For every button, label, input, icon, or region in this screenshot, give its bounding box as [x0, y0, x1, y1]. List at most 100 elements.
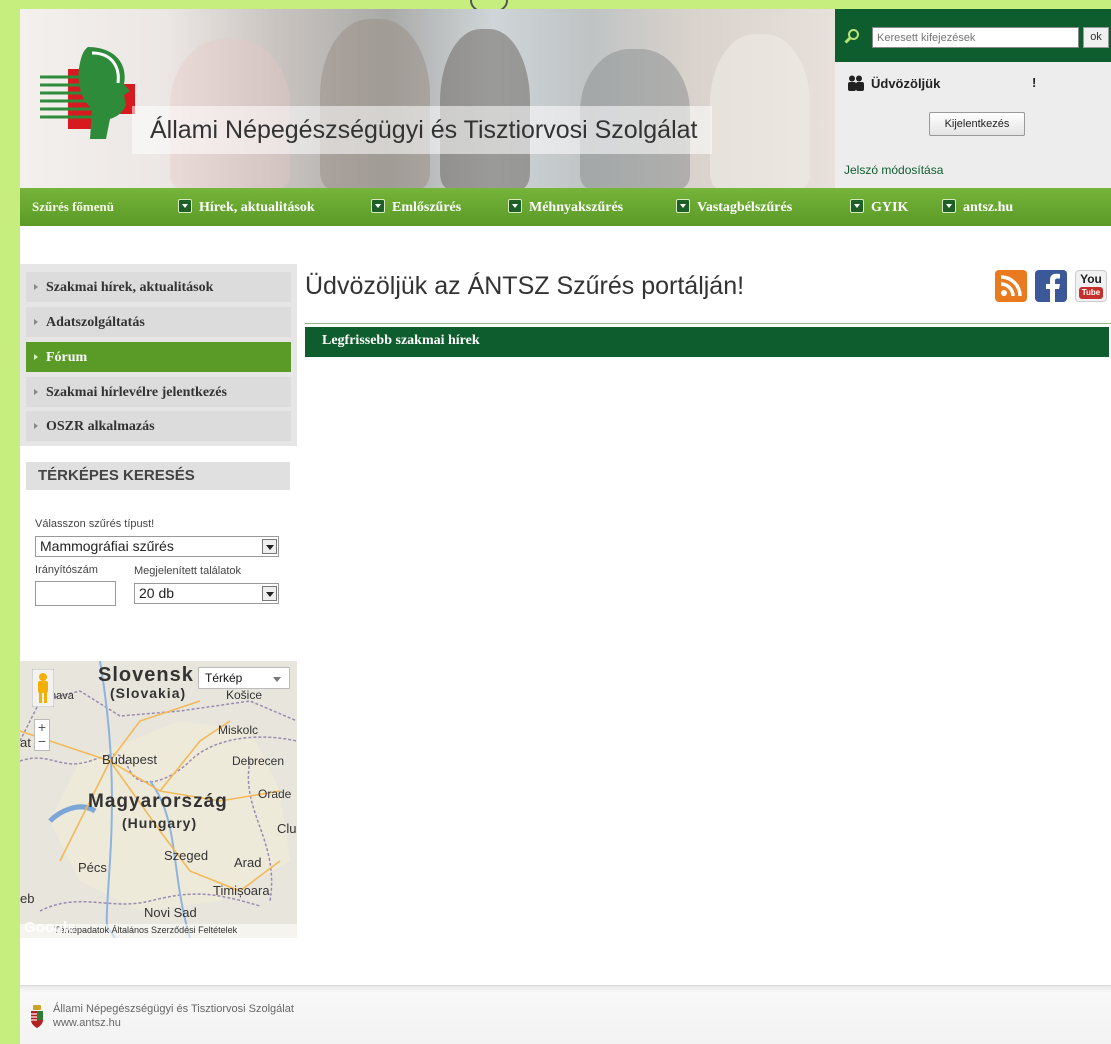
- sidebar-item-oszr[interactable]: OSZR alkalmazás: [26, 411, 291, 441]
- banner-photo-figure: [320, 19, 430, 188]
- nav-item-breast-screening[interactable]: Emlőszűrés: [371, 199, 461, 216]
- map-label-eb: eb: [20, 891, 35, 906]
- sidebar-item-label: OSZR alkalmazás: [46, 419, 155, 434]
- footer: Állami Népegészségügyi és Tisztiorvosi S…: [20, 985, 1111, 1044]
- nav-item-label: antsz.hu: [963, 200, 1014, 215]
- banner-photo-figure: [710, 34, 810, 188]
- nav-item-label: Hírek, aktualitások: [199, 200, 315, 215]
- screening-type-value: Mammográfiai szűrés: [40, 538, 174, 554]
- rss-icon[interactable]: [995, 270, 1027, 302]
- results-count-select[interactable]: 20 db: [134, 583, 279, 604]
- map-label-budapest: Budapest: [102, 752, 157, 767]
- nav-item-label: Emlőszűrés: [392, 200, 462, 215]
- results-count-value: 20 db: [139, 585, 175, 601]
- map-label-miskolc: Miskolc: [218, 723, 259, 737]
- hungarian-crest-icon: [31, 1005, 43, 1028]
- dropdown-icon: [850, 199, 864, 213]
- sidebar-item-label: Fórum: [46, 350, 88, 365]
- facebook-icon[interactable]: [1035, 270, 1067, 302]
- chevron-right-icon: [34, 389, 38, 395]
- search-icon: [844, 29, 859, 44]
- zoom-in-icon[interactable]: +: [35, 720, 49, 734]
- map-label-pecs: Pécs: [78, 860, 107, 875]
- dropdown-icon: [178, 199, 192, 213]
- welcome-username: !: [1032, 75, 1037, 90]
- chevron-down-icon: [262, 539, 277, 554]
- page-title: Üdvözöljük az ÁNTSZ Szűrés portálján!: [305, 272, 745, 300]
- map-label-magyarorszag: Magyarország: [88, 791, 228, 812]
- map-label-timisoara: Timișoara: [213, 883, 270, 898]
- pegman-icon[interactable]: [32, 669, 54, 707]
- main-nav: Szűrés főmenü Hírek, aktualitások Emlősz…: [20, 188, 1111, 226]
- youtube-icon-you: You: [1080, 272, 1102, 286]
- nav-item-label: Méhnyakszűrés: [529, 200, 624, 215]
- google-logo[interactable]: Google: [24, 919, 76, 936]
- chevron-right-icon: [34, 354, 38, 360]
- map-search-heading: TÉRKÉPES KERESÉS: [26, 462, 290, 490]
- title-divider: [305, 323, 1111, 324]
- logout-button[interactable]: Kijelentkezés: [929, 112, 1025, 136]
- chevron-down-icon: [262, 586, 277, 601]
- dropdown-icon: [676, 199, 690, 213]
- footer-org-name: Állami Népegészségügyi és Tisztiorvosi S…: [53, 1003, 294, 1015]
- sidebar-item-label: Adatszolgáltatás: [46, 315, 145, 330]
- map-label-debrecen: Debrecen: [232, 754, 285, 768]
- site-title: Állami Népegészségügyi és Tisztiorvosi S…: [132, 106, 712, 154]
- chevron-right-icon: [34, 423, 38, 429]
- search-bar: ok: [835, 9, 1111, 62]
- nav-home[interactable]: Szűrés főmenü: [32, 199, 114, 215]
- sidebar-item-data-service[interactable]: Adatszolgáltatás: [26, 307, 291, 337]
- welcome-text: Üdvözöljük: [847, 75, 940, 91]
- search-ok-button[interactable]: ok: [1083, 27, 1109, 48]
- dropdown-icon: [942, 199, 956, 213]
- dropdown-icon: [508, 199, 522, 213]
- sidebar-menu: Szakmai hírek, aktualitások Adatszolgált…: [20, 264, 297, 446]
- map-label-arad: Arad: [234, 855, 262, 870]
- map-widget[interactable]: Slovensk (Slovakia) Košice nava Miskolc …: [20, 661, 297, 938]
- sidebar-item-label: Szakmai hírek, aktualitások: [46, 280, 214, 295]
- nav-item-cervical-screening[interactable]: Méhnyakszűrés: [508, 199, 623, 216]
- map-label-slovakia: (Slovakia): [110, 685, 187, 701]
- window-frame-top: [0, 0, 1111, 9]
- sidebar-item-newsletter[interactable]: Szakmai hírlevélre jelentkezés: [26, 377, 291, 407]
- zip-label: Irányítószám: [35, 564, 98, 576]
- youtube-icon-tube: Tube: [1079, 287, 1103, 299]
- screening-type-label: Válasszon szűrés típust!: [35, 518, 155, 530]
- footer-website-link[interactable]: www.antsz.hu: [53, 1017, 121, 1029]
- chevron-right-icon: [34, 319, 38, 325]
- map-label-kosice: Košice: [226, 688, 263, 702]
- map-label-cluj: Clu: [277, 821, 297, 836]
- dropdown-icon: [371, 199, 385, 213]
- map-label-slovensko: Slovensk: [98, 664, 194, 686]
- nav-item-news[interactable]: Hírek, aktualitások: [178, 199, 315, 216]
- search-input[interactable]: [872, 27, 1079, 48]
- zoom-out-icon[interactable]: −: [35, 734, 49, 748]
- users-icon: [848, 75, 864, 91]
- nav-item-label: GYIK: [871, 200, 909, 215]
- map-label-novisad: Novi Sad: [144, 905, 197, 920]
- zip-input[interactable]: [35, 581, 116, 606]
- latest-news-heading: Legfrissebb szakmai hírek: [305, 327, 1109, 357]
- map-label-oradea: Orade: [258, 787, 292, 801]
- window-frame-left: [0, 0, 20, 1044]
- header-banner-image: Állami Népegészségügyi és Tisztiorvosi S…: [20, 9, 835, 188]
- map-type-select[interactable]: Térkép: [198, 667, 290, 689]
- user-panel: ok Üdvözöljük ! Kijelentkezés Jelszó mód…: [835, 9, 1111, 188]
- screening-type-select[interactable]: Mammográfiai szűrés: [35, 536, 279, 557]
- nav-item-colon-screening[interactable]: Vastagbélszűrés: [676, 199, 792, 216]
- sidebar-item-forum[interactable]: Fórum: [26, 342, 291, 372]
- nav-item-label: Vastagbélszűrés: [697, 200, 793, 215]
- password-change-link[interactable]: Jelszó módosítása: [844, 163, 943, 177]
- youtube-icon[interactable]: You Tube: [1075, 270, 1107, 302]
- chevron-right-icon: [34, 284, 38, 290]
- map-label-hungary: (Hungary): [122, 815, 198, 831]
- map-zoom-control[interactable]: + −: [34, 719, 50, 751]
- sidebar-item-label: Szakmai hírlevélre jelentkezés: [46, 385, 227, 400]
- results-label: Megjelenített találatok: [134, 565, 242, 577]
- sidebar-item-news[interactable]: Szakmai hírek, aktualitások: [26, 272, 291, 302]
- header: Állami Népegészségügyi és Tisztiorvosi S…: [20, 9, 1111, 188]
- map-label-szeged: Szeged: [164, 848, 209, 863]
- nav-item-faq[interactable]: GYIK: [850, 199, 908, 216]
- nav-item-antsz[interactable]: antsz.hu: [942, 199, 1013, 216]
- welcome-label: Üdvözöljük: [871, 76, 941, 91]
